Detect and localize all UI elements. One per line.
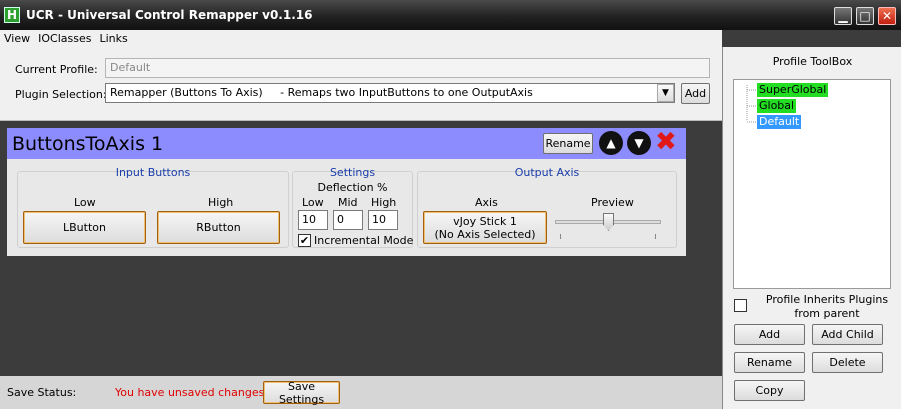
axis-select-button[interactable]: vJoy Stick 1 (No Axis Selected)	[423, 211, 547, 244]
profile-toolbox-panel: Profile ToolBox SuperGlobal Global Defau…	[722, 47, 901, 409]
incremental-mode-checkbox[interactable]: ✔	[298, 234, 311, 247]
tree-node-global[interactable]: Global	[757, 99, 797, 113]
settings-group: Settings Deflection % Low Mid High 10 0 …	[292, 166, 414, 248]
tree-node-superglobal[interactable]: SuperGlobal	[757, 83, 829, 97]
chevron-down-icon[interactable]: ▼	[657, 84, 674, 102]
save-status-label: Save Status:	[7, 386, 77, 399]
plugin-header: ButtonsToAxis 1 Rename ▲ ▼ ✖	[7, 128, 686, 159]
settings-title: Settings	[329, 166, 376, 179]
output-axis-title: Output Axis	[514, 166, 580, 179]
rename-plugin-button[interactable]: Rename	[543, 133, 593, 154]
current-profile-field: Default	[105, 58, 710, 78]
toolbox-title: Profile ToolBox	[772, 55, 853, 68]
current-profile-label: Current Profile:	[15, 63, 98, 76]
copy-profile-button[interactable]: Copy	[734, 380, 805, 401]
title-bar[interactable]: H UCR - Universal Control Remapper v0.1.…	[0, 0, 901, 30]
delete-plugin-icon[interactable]: ✖	[655, 129, 677, 155]
menu-bar: View IOClasses Links	[0, 30, 722, 47]
deflection-mid-input[interactable]: 0	[333, 210, 363, 230]
plugin-selection-label: Plugin Selection:	[15, 88, 107, 101]
high-input-button[interactable]: RButton	[157, 211, 280, 244]
maximize-icon[interactable]: □	[856, 7, 874, 25]
plugin-selection-dropdown[interactable]: Remapper (Buttons To Axis) - Remaps two …	[105, 83, 675, 103]
deflection-low-label: Low	[302, 196, 324, 209]
inherit-plugins-label: Profile Inherits Plugins from parent	[753, 293, 901, 321]
window-title: UCR - Universal Control Remapper v0.1.16	[26, 8, 313, 22]
close-icon[interactable]: ✕	[878, 7, 896, 25]
deflection-mid-label: Mid	[338, 196, 358, 209]
plugin-title: ButtonsToAxis 1	[12, 133, 164, 155]
tree-lines	[746, 85, 756, 123]
menu-view[interactable]: View	[0, 30, 34, 47]
deflection-label: Deflection %	[317, 181, 388, 194]
add-profile-button[interactable]: Add	[734, 324, 805, 345]
inherit-plugins-checkbox[interactable]	[734, 299, 747, 312]
minimize-icon[interactable]: ▁	[834, 7, 852, 25]
deflection-low-input[interactable]: 10	[298, 210, 328, 230]
add-plugin-button[interactable]: Add	[681, 83, 710, 104]
app-icon: H	[4, 7, 20, 23]
high-input-label: High	[208, 196, 234, 209]
move-up-icon[interactable]: ▲	[599, 131, 623, 155]
axis-button-line2: (No Axis Selected)	[434, 227, 536, 241]
slider-tick-min	[560, 234, 561, 239]
slider-tick-max	[655, 234, 656, 239]
plugin-panel: ButtonsToAxis 1 Rename ▲ ▼ ✖ Input Butto…	[7, 128, 686, 256]
deflection-high-input[interactable]: 10	[368, 210, 398, 230]
low-input-button[interactable]: LButton	[23, 211, 146, 244]
save-settings-button[interactable]: Save Settings	[263, 380, 340, 406]
tree-node-default[interactable]: Default	[757, 115, 802, 129]
rename-profile-button[interactable]: Rename	[734, 352, 805, 373]
delete-profile-button[interactable]: Delete	[812, 352, 883, 373]
input-buttons-title: Input Buttons	[115, 166, 191, 179]
profile-tree[interactable]: SuperGlobal Global Default	[733, 79, 891, 289]
deflection-high-label: High	[371, 196, 397, 209]
incremental-mode-label: Incremental Mode	[314, 234, 414, 247]
preview-slider[interactable]	[555, 210, 661, 240]
menu-ioclasses[interactable]: IOClasses	[34, 30, 95, 47]
output-axis-group: Output Axis Axis Preview vJoy Stick 1 (N…	[417, 166, 677, 248]
axis-button-line1: vJoy Stick 1	[453, 214, 517, 228]
add-child-profile-button[interactable]: Add Child	[812, 324, 883, 345]
status-bar: Save Status: You have unsaved changes Sa…	[0, 376, 722, 409]
preview-label: Preview	[591, 196, 634, 209]
low-input-label: Low	[74, 196, 96, 209]
menu-links[interactable]: Links	[95, 30, 131, 47]
inherit-label-line1: Profile Inherits Plugins	[765, 293, 889, 306]
unsaved-changes-message: You have unsaved changes	[115, 386, 265, 399]
profile-panel: Current Profile: Default Plugin Selectio…	[0, 47, 722, 121]
inherit-label-line2: from parent	[794, 307, 860, 320]
preview-slider-thumb[interactable]	[603, 213, 614, 231]
input-buttons-group: Input Buttons Low High LButton RButton	[17, 166, 289, 248]
axis-label: Axis	[475, 196, 498, 209]
move-down-icon[interactable]: ▼	[627, 131, 651, 155]
